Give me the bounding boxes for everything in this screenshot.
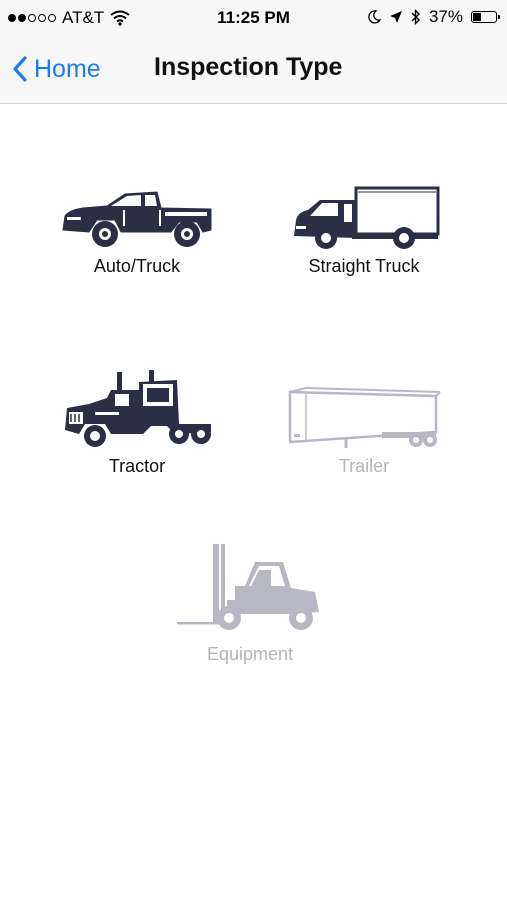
option-label: Straight Truck: [308, 256, 420, 276]
status-bar: AT&T 11:25 PM 37%: [0, 0, 507, 36]
option-tractor[interactable]: Tractor: [48, 368, 226, 477]
option-label: Equipment: [206, 644, 294, 664]
battery-icon: [471, 11, 500, 23]
battery-percent: 37%: [428, 7, 463, 26]
forklift-icon: [177, 544, 319, 630]
option-label: Tractor: [108, 456, 166, 476]
option-auto-truck[interactable]: Auto/Truck: [48, 186, 226, 277]
option-label: Auto/Truck: [93, 256, 181, 276]
box-truck-icon: [294, 186, 440, 249]
back-button[interactable]: Home: [12, 52, 101, 86]
navigation-bar: Home Inspection Type: [0, 36, 507, 104]
trailer-icon: [288, 387, 441, 448]
bluetooth-icon: [411, 9, 420, 25]
option-equipment[interactable]: Equipment: [150, 540, 350, 665]
moon-icon: [368, 10, 381, 24]
pickup-truck-icon: [62, 191, 212, 247]
page-title: Inspection Type: [154, 53, 343, 81]
back-button-label: Home: [34, 54, 101, 83]
location-arrow-icon: [389, 11, 402, 23]
option-trailer[interactable]: Trailer: [272, 386, 456, 477]
semi-tractor-icon: [65, 370, 211, 447]
chevron-left-icon: [13, 56, 27, 82]
option-straight-truck[interactable]: Straight Truck: [272, 186, 456, 277]
option-label: Trailer: [338, 456, 390, 476]
